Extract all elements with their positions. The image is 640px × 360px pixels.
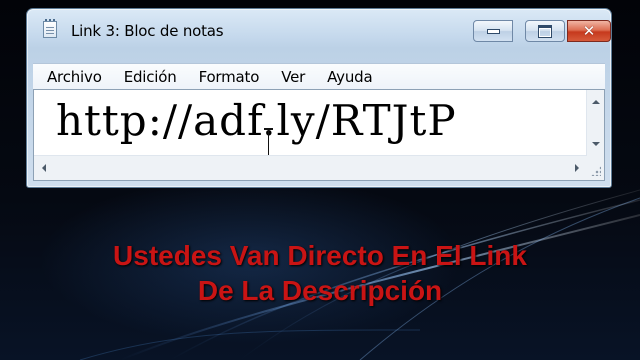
vertical-scrollbar[interactable] — [586, 90, 604, 156]
menu-item-ayuda[interactable]: Ayuda — [316, 68, 383, 86]
maximize-icon — [538, 24, 552, 38]
notepad-window[interactable]: Link 3: Bloc de notas ✕ Archivo Edición … — [26, 8, 612, 188]
menu-item-archivo[interactable]: Archivo — [33, 68, 113, 86]
close-icon: ✕ — [582, 21, 596, 40]
window-title: Link 3: Bloc de notas — [71, 22, 224, 40]
menu-item-formato[interactable]: Formato — [188, 68, 271, 86]
scroll-down-icon[interactable] — [592, 142, 600, 146]
scroll-left-icon[interactable] — [42, 164, 46, 172]
close-button[interactable]: ✕ — [567, 20, 611, 42]
notepad-icon — [43, 19, 57, 38]
text-cursor-icon — [264, 128, 273, 158]
horizontal-scrollbar[interactable] — [34, 155, 587, 180]
text-editor[interactable]: http://adf.ly/RTJtP — [33, 89, 605, 181]
scroll-up-icon[interactable] — [592, 100, 600, 104]
menu-bar: Archivo Edición Formato Ver Ayuda — [33, 63, 605, 90]
minimize-icon — [486, 28, 500, 34]
menu-item-ver[interactable]: Ver — [270, 68, 316, 86]
caption-line-1: Ustedes Van Directo En El Link — [113, 240, 527, 271]
minimize-button[interactable] — [473, 20, 513, 42]
maximize-button[interactable] — [525, 20, 565, 42]
menu-item-edicion[interactable]: Edición — [113, 68, 188, 86]
title-bar[interactable]: Link 3: Bloc de notas ✕ — [27, 9, 611, 49]
editor-content[interactable]: http://adf.ly/RTJtP — [56, 96, 457, 145]
scroll-right-icon[interactable] — [575, 164, 579, 172]
resize-grip-icon — [591, 166, 601, 176]
caption-line-2: De La Descripción — [197, 275, 443, 306]
size-grip[interactable] — [587, 156, 604, 180]
